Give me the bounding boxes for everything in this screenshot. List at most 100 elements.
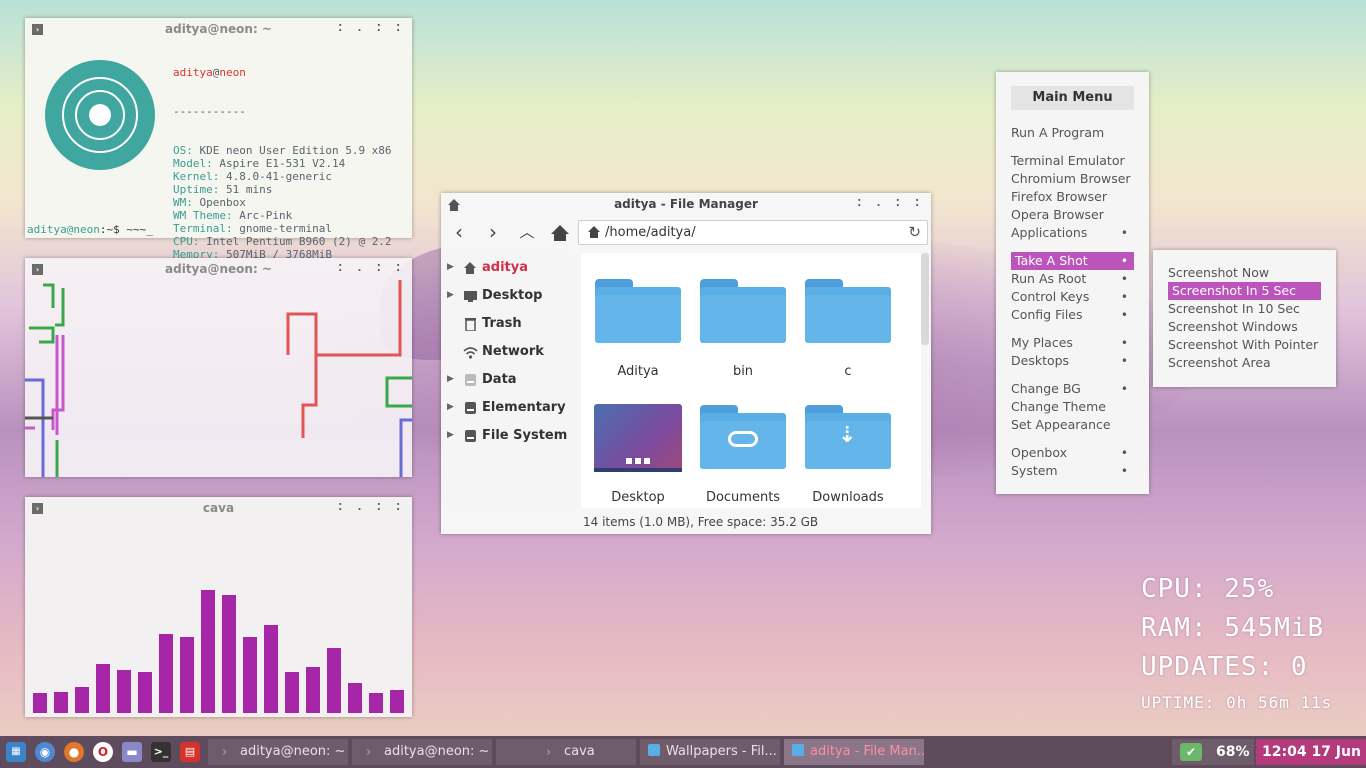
window-buttons[interactable]: ⁚ . ⁚ ⁚: [338, 497, 406, 519]
terminal-icon: ›: [32, 264, 43, 275]
location-bar[interactable]: /home/aditya/ ↻: [578, 220, 928, 245]
task-wallpapers[interactable]: Wallpapers - Fil...: [640, 739, 780, 765]
neofetch-line: CPU: Intel Pentium B960 (2) @ 2.2: [173, 235, 392, 248]
home-icon: [447, 197, 461, 211]
sidebar-item-network[interactable]: Network: [441, 341, 571, 365]
main-menu[interactable]: Main Menu Run A Program Terminal Emulato…: [996, 72, 1149, 494]
menu-item-applications[interactable]: Applications •: [1011, 224, 1134, 242]
expand-arrow-icon[interactable]: ▶: [447, 290, 454, 300]
task-terminal-2[interactable]: › aditya@neon: ~: [352, 739, 492, 765]
sidebar-item-elementary[interactable]: ▶ Elementary: [441, 397, 571, 421]
menu-item-screenshot-windows[interactable]: Screenshot Windows: [1168, 318, 1321, 336]
menu-item-screenshot-in-10-sec[interactable]: Screenshot In 10 Sec: [1168, 300, 1321, 318]
folder-icon[interactable]: [805, 279, 891, 343]
menu-item-run-a-program[interactable]: Run A Program: [1011, 124, 1134, 142]
window-buttons[interactable]: ⁚ . ⁚ ⁚: [338, 258, 406, 280]
menu-item-screenshot-with-pointer[interactable]: Screenshot With Pointer: [1168, 336, 1321, 354]
terminal-icon: ›: [32, 24, 43, 35]
desktop-folder-icon[interactable]: [594, 404, 682, 472]
terminal-window-pipes[interactable]: › aditya@neon: ~ ⁚ . ⁚ ⁚: [25, 258, 412, 477]
chromium-icon[interactable]: ◉: [35, 742, 55, 762]
menu-item-desktops[interactable]: Desktops •: [1011, 352, 1134, 370]
up-button[interactable]: ︿: [515, 221, 539, 245]
sidebar-item-aditya[interactable]: ▶ aditya: [441, 257, 571, 281]
menu-item-control-keys[interactable]: Control Keys •: [1011, 288, 1134, 306]
window-buttons[interactable]: ⁚ . ⁚ ⁚: [338, 18, 406, 40]
vertical-scrollbar[interactable]: [921, 253, 929, 345]
menu-item-change-theme[interactable]: Change Theme: [1011, 398, 1134, 416]
trash-icon: [465, 318, 476, 331]
menu-item-take-a-shot[interactable]: Take A Shot •: [1011, 252, 1134, 270]
expand-arrow-icon[interactable]: ▶: [447, 374, 454, 384]
app-grid-icon[interactable]: ▦: [6, 742, 26, 762]
shell-prompt[interactable]: aditya@neon:~$ ~~~_: [27, 223, 153, 236]
battery-indicator[interactable]: 68%: [1216, 736, 1250, 768]
opera-icon[interactable]: O: [93, 742, 113, 762]
visualizer-bar: [369, 693, 383, 713]
terminal-icon[interactable]: >_: [151, 742, 171, 762]
reload-icon[interactable]: ↻: [908, 223, 921, 241]
menu-item-terminal-emulator[interactable]: Terminal Emulator: [1011, 152, 1134, 170]
menu-item-opera-browser[interactable]: Opera Browser: [1011, 206, 1134, 224]
expand-arrow-icon[interactable]: ▶: [447, 262, 454, 272]
menu-item-run-as-root[interactable]: Run As Root •: [1011, 270, 1134, 288]
file-label[interactable]: bin: [693, 364, 793, 379]
terminal-icon: ›: [32, 503, 43, 514]
network-icon: [463, 347, 478, 359]
sidebar-item-trash[interactable]: Trash: [441, 313, 571, 337]
forward-button[interactable]: ›: [481, 221, 505, 245]
menu-item-screenshot-now[interactable]: Screenshot Now: [1168, 264, 1321, 282]
downloads-folder-icon[interactable]: ⇣: [805, 405, 891, 469]
updates-tray-icon[interactable]: ✔: [1180, 743, 1202, 761]
titlebar[interactable]: › aditya@neon: ~ ⁚ . ⁚ ⁚: [25, 258, 412, 280]
sidebar-item-desktop[interactable]: ▶ Desktop: [441, 285, 571, 309]
neofetch-line: Terminal: gnome-terminal: [173, 222, 332, 235]
folder-icon[interactable]: [700, 279, 786, 343]
back-button[interactable]: ‹: [447, 221, 471, 245]
menu-item-change-bg[interactable]: Change BG •: [1011, 380, 1134, 398]
documents-folder-icon[interactable]: [700, 405, 786, 469]
titlebar[interactable]: › aditya@neon: ~ ⁚ . ⁚ ⁚: [25, 18, 412, 40]
task-terminal-1[interactable]: › aditya@neon: ~: [208, 739, 348, 765]
window-buttons[interactable]: ⁚ . ⁚ ⁚: [857, 193, 925, 215]
home-button[interactable]: [548, 221, 572, 245]
file-label[interactable]: c: [798, 364, 898, 379]
sidebar-item-data[interactable]: ▶ Data: [441, 369, 571, 393]
file-label[interactable]: Desktop: [588, 490, 688, 505]
menu-item-screenshot-area[interactable]: Screenshot Area: [1168, 354, 1321, 372]
kde-neon-logo: [45, 60, 155, 170]
task-cava[interactable]: › cava: [496, 739, 636, 765]
drive-icon: [465, 374, 476, 386]
titlebar[interactable]: aditya - File Manager ⁚ . ⁚ ⁚: [441, 193, 931, 215]
visualizer-bar: [348, 683, 362, 713]
expand-arrow-icon[interactable]: ▶: [447, 402, 454, 412]
clock[interactable]: 12:04 17 Jun: [1262, 736, 1361, 768]
files-icon[interactable]: ▬: [122, 742, 142, 762]
calendar-icon[interactable]: ▤: [180, 742, 200, 762]
file-label[interactable]: Aditya: [588, 364, 688, 379]
titlebar[interactable]: › cava ⁚ . ⁚ ⁚: [25, 497, 412, 519]
file-label[interactable]: Downloads: [798, 490, 898, 505]
neofetch-line: WM Theme: Arc-Pink: [173, 209, 293, 222]
file-label[interactable]: Documents: [693, 490, 793, 505]
ram-readout: RAM: 545MiB: [1141, 613, 1325, 643]
menu-item-openbox[interactable]: Openbox •: [1011, 444, 1134, 462]
taskbar: ▦ ◉ ● O ▬ >_ ▤ › aditya@neon: ~ › aditya@n…: [0, 736, 1366, 768]
menu-item-screenshot-in-5-sec[interactable]: Screenshot In 5 Sec: [1168, 282, 1321, 300]
menu-item-chromium-browser[interactable]: Chromium Browser: [1011, 170, 1134, 188]
menu-item-config-files[interactable]: Config Files •: [1011, 306, 1134, 324]
terminal-window-neofetch[interactable]: › aditya@neon: ~ ⁚ . ⁚ ⁚ aditya@neon ---…: [25, 18, 412, 261]
folder-icon[interactable]: [595, 279, 681, 343]
file-manager-window[interactable]: aditya - File Manager ⁚ . ⁚ ⁚ ‹ › ︿ /hom…: [441, 193, 931, 534]
terminal-window-cava[interactable]: › cava ⁚ . ⁚ ⁚: [25, 497, 412, 717]
menu-item-my-places[interactable]: My Places •: [1011, 334, 1134, 352]
take-a-shot-submenu[interactable]: Screenshot Now Screenshot In 5 Sec Scree…: [1153, 250, 1336, 387]
expand-arrow-icon[interactable]: ▶: [447, 430, 454, 440]
firefox-icon[interactable]: ●: [64, 742, 84, 762]
task-file-manager[interactable]: aditya - File Man...: [784, 739, 924, 765]
neofetch-line: WM: Openbox: [173, 196, 246, 209]
menu-item-firefox-browser[interactable]: Firefox Browser: [1011, 188, 1134, 206]
sidebar-item-file-system[interactable]: ▶ File System: [441, 425, 571, 449]
menu-item-set-appearance[interactable]: Set Appearance: [1011, 416, 1134, 434]
menu-item-system[interactable]: System •: [1011, 462, 1134, 480]
